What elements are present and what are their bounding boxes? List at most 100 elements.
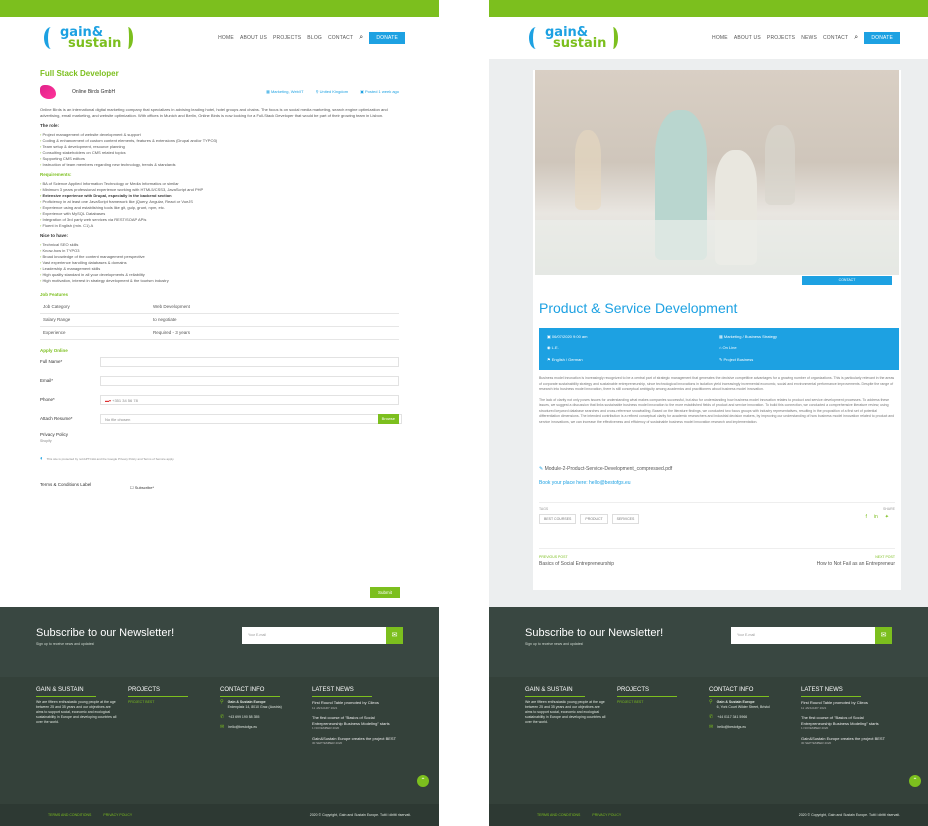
share-label: SHARE <box>882 507 895 511</box>
tag[interactable]: BEST COURSES <box>539 514 577 524</box>
mail-icon: ✉ <box>709 724 714 730</box>
pdf-link[interactable]: ✎ Module-2-Product-Service-Development_c… <box>539 466 672 472</box>
event-description: Business model innovation is increasingl… <box>539 376 895 424</box>
footer-contact-heading: CONTACT INFO <box>220 687 280 697</box>
search-icon[interactable]: ⌕ <box>359 34 363 42</box>
phone-field[interactable]: ▬▾ +351 34 56 78 <box>100 395 399 405</box>
browse-button[interactable]: Browse <box>377 414 399 424</box>
terms-link[interactable]: TERMS AND CONDITIONS <box>537 813 580 817</box>
privacy-policy-link[interactable]: PRIVACY POLICY <box>103 813 132 817</box>
job-category-meta[interactable]: ▦ Marketing, Web/IT <box>266 89 304 95</box>
email-label: Email* <box>40 378 54 383</box>
full-name-field[interactable] <box>100 357 399 367</box>
footer-contact-heading: CONTACT INFO <box>709 687 769 697</box>
job-page: gain& sustain HOME ABOUT US PROJECTS BLOG… <box>0 0 439 826</box>
table-row: Experience Required - 3 years <box>40 326 399 340</box>
privacy-link[interactable]: Shopify <box>40 438 399 444</box>
search-icon[interactable]: ⌕ <box>854 34 858 42</box>
news-item[interactable]: The first course of "Basics of Social En… <box>801 715 891 732</box>
nav-contact[interactable]: CONTACT <box>328 35 353 41</box>
site-logo[interactable]: gain& sustain <box>44 26 134 50</box>
newsletter-submit-button[interactable]: ✉ <box>386 627 403 644</box>
site-logo[interactable]: gain& sustain <box>529 26 619 50</box>
resume-file-field[interactable]: No file chosen <box>100 414 402 424</box>
job-features-table: Job Category Web Development Salary Range… <box>40 301 399 340</box>
newsletter-email-input[interactable]: Your E-mail <box>242 627 386 644</box>
nav-projects[interactable]: PROJECTS <box>273 35 301 41</box>
event-language: ⚑ English / German <box>547 356 583 362</box>
email-field[interactable] <box>100 376 399 386</box>
news-item[interactable]: Gain&Sustain Europe creates the project … <box>312 736 402 747</box>
news-item[interactable]: The first course of "Basics of Social En… <box>312 715 402 732</box>
nav-projects[interactable]: PROJECTS <box>767 35 795 41</box>
event-card: CONTACT Product & Service Development ▣ … <box>533 70 901 590</box>
terms-checkbox[interactable]: ☐ Subscribe* <box>130 485 154 491</box>
contact-button[interactable]: CONTACT <box>802 276 892 285</box>
linkedin-icon[interactable]: in <box>874 514 878 520</box>
job-posted-meta: ▣ Posted 1 week ago <box>360 89 399 94</box>
nav-news[interactable]: NEWS <box>801 35 817 41</box>
newsletter-email-input[interactable]: Your E-mail <box>731 627 875 644</box>
main-nav: HOME ABOUT US PROJECTS BLOG CONTACT ⌕ DO… <box>218 32 405 44</box>
previous-post-link[interactable]: PREVIOUS POST Basics of Social Entreprene… <box>539 555 614 567</box>
footer-about-text: We are fifteen enthusiastic young people… <box>525 700 606 724</box>
nav-contact[interactable]: CONTACT <box>823 35 848 41</box>
footer-projects-heading: PROJECTS <box>128 687 188 697</box>
requirements-list: BA of Science Applied Information Techno… <box>40 181 399 229</box>
news-item[interactable]: Gain&Sustain Europe creates the project … <box>801 736 891 747</box>
post-navigation: PREVIOUS POST Basics of Social Entreprene… <box>539 548 895 567</box>
event-level: ◉ L.E. <box>547 345 559 351</box>
event-date: ▣ 06/07/2020 9:00 am <box>547 334 588 339</box>
news-item[interactable]: First Round Table promoted by Cileos 11 J… <box>312 700 402 711</box>
nav-home[interactable]: HOME <box>712 35 728 41</box>
book-place-link[interactable]: Book your place here: hello@bestofgs.eu <box>539 480 631 486</box>
scroll-top-button[interactable]: ⌃ <box>909 775 921 787</box>
donate-button[interactable]: DONATE <box>864 32 900 44</box>
nav-blog[interactable]: BLOG <box>307 35 322 41</box>
next-post-link[interactable]: NEXT POST How to Not Fail as an Entrepren… <box>817 555 895 567</box>
footer-project-link[interactable]: PROJECT BEST <box>128 700 210 705</box>
newsletter-submit-button[interactable]: ✉ <box>875 627 892 644</box>
table-row: Job Category Web Development <box>40 301 399 314</box>
event-category[interactable]: ▦ Marketing / Business Strategy <box>719 334 891 341</box>
submit-button[interactable]: Submit <box>370 587 401 598</box>
nav-about[interactable]: ABOUT US <box>240 35 267 41</box>
twitter-icon[interactable]: ✦ <box>885 514 889 520</box>
footer-news-heading: LATEST NEWS <box>801 687 861 697</box>
event-project[interactable]: ✎ Project Business <box>719 357 891 364</box>
tag-list: BEST COURSES PRODUCT SERVICES <box>539 514 640 524</box>
job-location-meta[interactable]: ⚲ United Kingdom <box>316 89 349 95</box>
footer-news-heading: LATEST NEWS <box>312 687 372 697</box>
scroll-top-button[interactable]: ⌃ <box>417 775 429 787</box>
table-row: Salary Range to negotiate <box>40 313 399 327</box>
facebook-icon[interactable]: f <box>866 514 867 520</box>
list-item: Fluent in English (min. C1) A <box>40 223 399 229</box>
site-header: gain& sustain HOME ABOUT US PROJECTS BLOG… <box>0 17 439 59</box>
footer-about-heading: GAIN & SUSTAIN <box>525 687 585 697</box>
site-footer: Subscribe to our Newsletter! Sign up to r… <box>0 607 439 826</box>
list-item: High motivation, interest in strategy de… <box>40 278 399 284</box>
terms-link[interactable]: TERMS AND CONDITIONS <box>48 813 91 817</box>
nice-heading: Nice to have: <box>40 233 69 238</box>
news-item[interactable]: First Round Table promoted by Cileos 11 J… <box>801 700 891 711</box>
nav-home[interactable]: HOME <box>218 35 234 41</box>
company-name: Online Birds GmbH <box>72 89 116 95</box>
apply-form: Full Name* Email* Phone* ▬▾ +351 34 56 78… <box>40 357 402 491</box>
phone-icon: ✆ <box>709 714 714 720</box>
tag[interactable]: SERVICES <box>611 514 640 524</box>
mail-icon: ✉ <box>220 724 225 730</box>
privacy-policy-link[interactable]: PRIVACY POLICY <box>592 813 621 817</box>
tag[interactable]: PRODUCT <box>580 514 608 524</box>
footer-columns: GAIN & SUSTAIN We are fifteen enthusiasti… <box>0 677 439 777</box>
site-header: gain& sustain HOME ABOUT US PROJECTS NEWS… <box>489 17 928 59</box>
newsletter-title: Subscribe to our Newsletter! <box>36 627 175 639</box>
nav-about[interactable]: ABOUT US <box>734 35 761 41</box>
newsletter-subtitle: Sign up to receive news and updates! <box>36 642 95 646</box>
event-title: Product & Service Development <box>539 300 738 316</box>
donate-button[interactable]: DONATE <box>369 32 405 44</box>
newsletter-section: Subscribe to our Newsletter! Sign up to r… <box>0 607 439 677</box>
footer-project-link[interactable]: PROJECT BEST <box>617 700 699 705</box>
event-page: gain& sustain HOME ABOUT US PROJECTS NEWS… <box>489 0 928 826</box>
newsletter-title: Subscribe to our Newsletter! <box>525 627 664 639</box>
recaptcha-icon: ◐ <box>40 456 44 462</box>
